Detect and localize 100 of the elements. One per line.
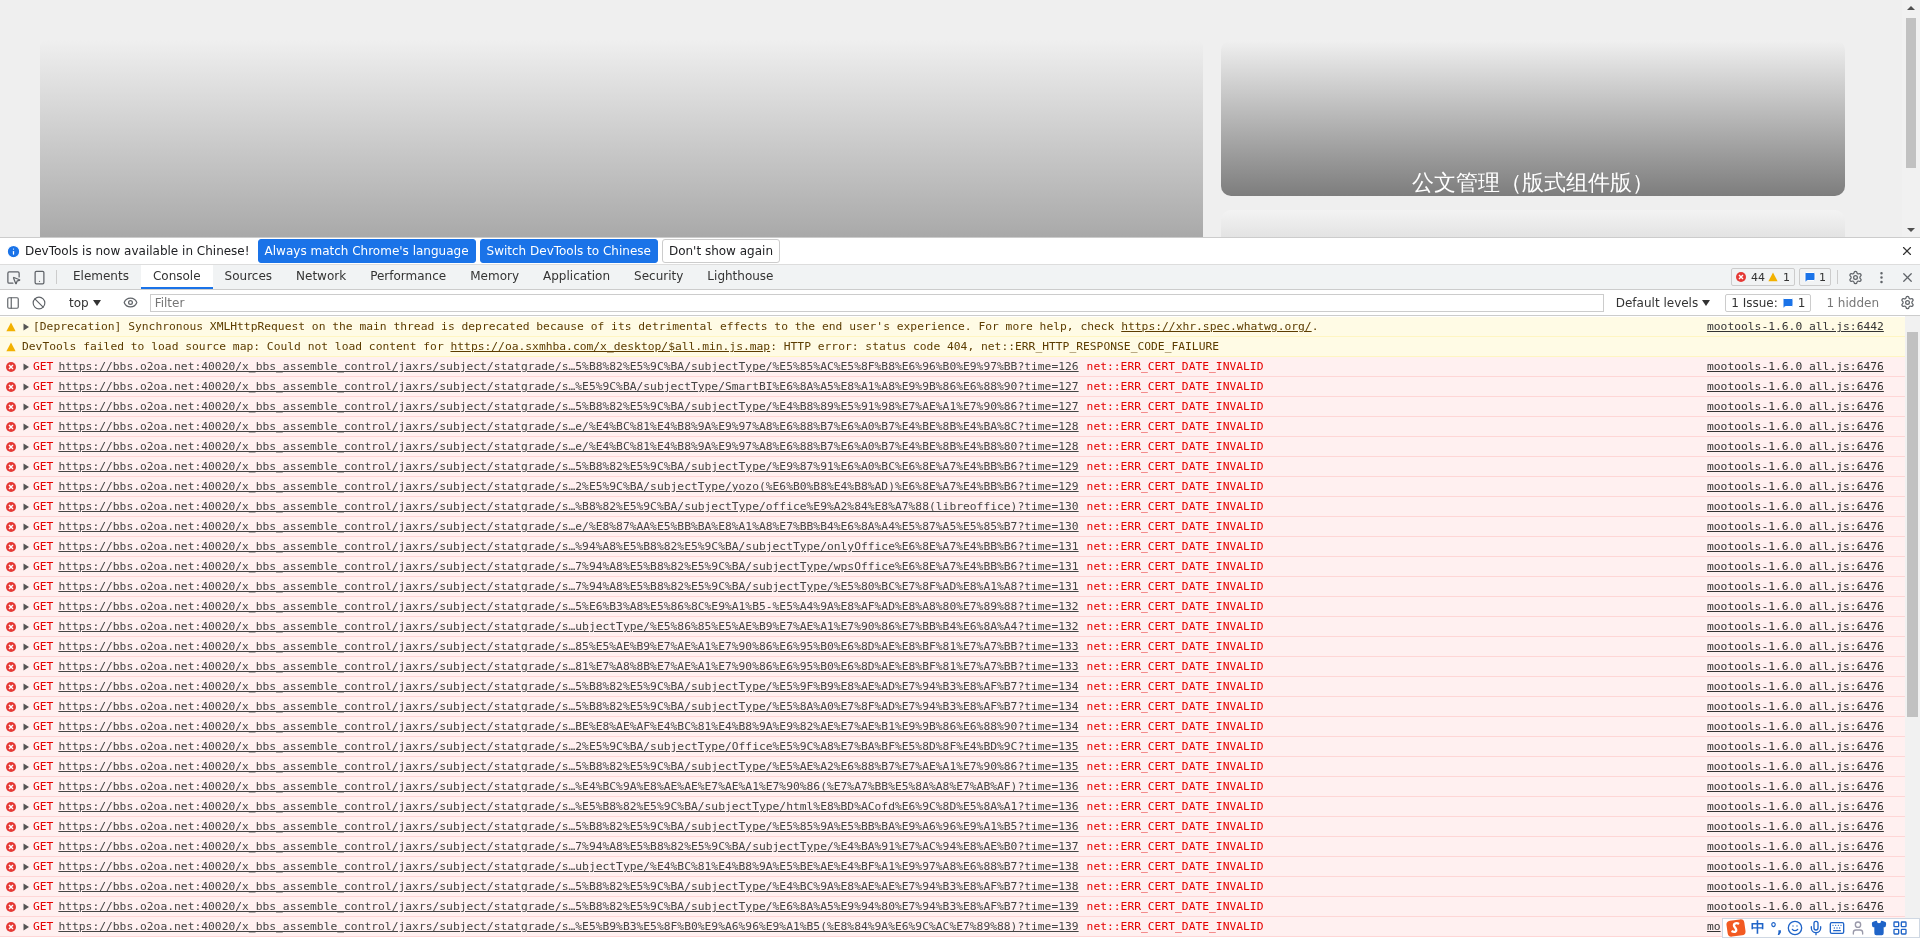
expand-icon[interactable] <box>22 382 30 391</box>
request-url-link[interactable]: https://bbs.o2oa.net:40020/x_bbs_assemble_control/jaxrs/subject/statgrade/s…5%B8%82%E5%9C%BA/subjectType/%E9%87%91%E6%A0%BC%E6%8E%A7%E4%BB%B6?time=129 <box>58 460 1079 473</box>
expand-icon[interactable] <box>22 822 30 831</box>
expand-icon[interactable] <box>22 782 30 791</box>
sidebar-icon[interactable] <box>6 295 20 310</box>
expand-icon[interactable] <box>22 922 30 931</box>
message-counter[interactable]: 1 <box>1799 268 1831 286</box>
filter-field[interactable]: Filter <box>149 293 1604 312</box>
infobar-button[interactable]: Switch DevTools to Chinese <box>479 239 658 263</box>
source-link[interactable]: mootools-1.6.0 all.js:6476 <box>1707 680 1895 693</box>
source-link[interactable]: mootools-1.6.0 all.js:6476 <box>1707 460 1895 473</box>
request-url-link[interactable]: https://bbs.o2oa.net:40020/x_bbs_assemble_control/jaxrs/subject/statgrade/s…ubjectType/%E4%BC%81%E4%B8%9A%E5%BE%AE%E4%BF%A1%E9%97%A8%E6%88%B7?time=138 <box>58 860 1079 873</box>
request-url-link[interactable]: https://bbs.o2oa.net:40020/x_bbs_assemble_control/jaxrs/subject/statgrade/s…5%B8%82%E5%9C%BA/subjectType/%E4%BC%9A%E8%AE%AE%E7%94%B3%E8%AF%B7?time=138 <box>58 880 1079 893</box>
inspect-icon[interactable] <box>5 269 21 285</box>
expand-icon[interactable] <box>22 462 30 471</box>
request-url-link[interactable]: https://bbs.o2oa.net:40020/x_bbs_assemble_control/jaxrs/subject/statgrade/s…5%B8%82%E5%9C%BA/subjectType/%E6%8A%A5%E9%94%80%E7%94%B3%E8%AF%B7?time=139 <box>58 900 1079 913</box>
request-url-link[interactable]: https://bbs.o2oa.net:40020/x_bbs_assemble_control/jaxrs/subject/statgrade/s…7%94%A8%E5%B8%82%E5%9C%BA/subjectType/%E5%80%BC%E7%8F%AD%E8%A1%A8?time=131 <box>58 580 1079 593</box>
issues-button[interactable]: 1 Issue: 1 <box>1725 293 1812 312</box>
smiley-icon[interactable] <box>1787 920 1804 936</box>
source-link[interactable]: mootools-1.6.0 all.js:6476 <box>1707 580 1895 593</box>
grid-icon[interactable] <box>1892 920 1909 936</box>
request-url-link[interactable]: https://bbs.o2oa.net:40020/x_bbs_assemble_control/jaxrs/subject/statgrade/s…e/%E8%87%AA%E5%BB%BA%E8%A1%A8%E7%BB%B4%E6%8A%A4%E5%87%A5%E5%85%B7?time=130 <box>58 520 1079 533</box>
panel-tab[interactable]: Lighthouse <box>695 265 786 289</box>
source-link[interactable]: mootools-1.6.0 all.js:6476 <box>1707 480 1895 493</box>
request-url-link[interactable]: https://bbs.o2oa.net:40020/x_bbs_assemble_control/jaxrs/subject/statgrade/s…%E5%B8%82%E5%9C%BA/subjectType/html%E8%BD%ACofd%E6%9C%8D%E5%8A%A1?time=136 <box>58 800 1079 813</box>
source-link[interactable]: mootools-1.6.0 all.js:6476 <box>1707 540 1895 553</box>
panel-tab[interactable]: Elements <box>61 265 141 289</box>
expand-icon[interactable] <box>22 642 30 651</box>
source-link[interactable]: mootools-1.6.0 all.js:6476 <box>1707 640 1895 653</box>
expand-icon[interactable] <box>22 622 30 631</box>
request-url-link[interactable]: https://bbs.o2oa.net:40020/x_bbs_assemble_control/jaxrs/subject/statgrade/s…BE%E8%AE%AF%E4%BC%81%E4%B8%9A%E9%82%AE%E7%AE%B1%E9%9B%86%E6%88%90?time=134 <box>58 720 1079 733</box>
request-url-link[interactable]: https://bbs.o2oa.net:40020/x_bbs_assemble_control/jaxrs/subject/statgrade/s…e/%E4%BC%81%E4%B8%9A%E9%97%A8%E6%88%B7%E6%A0%B7%E4%BE%8B%E4%BA%8C?time=128 <box>58 420 1079 433</box>
scrollbar[interactable] <box>1905 316 1920 918</box>
expand-icon[interactable] <box>22 802 30 811</box>
source-link[interactable]: mootools-1.6.0 all.js:6476 <box>1707 800 1895 813</box>
expand-icon[interactable] <box>22 902 30 911</box>
expand-icon[interactable] <box>22 762 30 771</box>
source-link[interactable]: mootools-1.6.0 all.js:6476 <box>1707 360 1895 373</box>
expand-icon[interactable] <box>22 662 30 671</box>
request-url-link[interactable]: https://bbs.o2oa.net:40020/x_bbs_assemble_control/jaxrs/subject/statgrade/s…5%B8%82%E5%9C%BA/subjectType/%E5%85%9A%E5%BB%BA%E9%A6%96%E9%A1%B5?time=136 <box>58 820 1079 833</box>
request-url-link[interactable]: https://bbs.o2oa.net:40020/x_bbs_assemble_control/jaxrs/subject/statgrade/s…5%B8%82%E5%9C%BA/subjectType/%E4%B8%89%E5%91%98%E7%AE%A1%E7%90%86?time=127 <box>58 400 1079 413</box>
source-link[interactable]: mootools-1.6.0 all.js:6476 <box>1707 860 1895 873</box>
source-link[interactable]: mootools-1.6.0 all.js:6476 <box>1707 660 1895 673</box>
shirt-icon[interactable] <box>1871 920 1888 936</box>
source-link[interactable]: mootools-1.6.0 all.js:6476 <box>1707 700 1895 713</box>
infobar-button[interactable]: Don't show again <box>661 239 780 263</box>
request-url-link[interactable]: https://bbs.o2oa.net:40020/x_bbs_assemble_control/jaxrs/subject/statgrade/s…5%B8%82%E5%9C%BA/subjectType/%E5%9F%B9%E8%AE%AD%E7%94%B3%E8%AF%B7?time=134 <box>58 680 1079 693</box>
request-url-link[interactable]: https://bbs.o2oa.net:40020/x_bbs_assemble_control/jaxrs/subject/statgrade/s…5%B8%82%E5%9C%BA/subjectType/%E5%85%AC%E5%8F%B8%E6%96%B0%E9%97%BB?time=126 <box>58 360 1079 373</box>
context-dropdown[interactable]: top <box>61 295 109 310</box>
expand-icon[interactable] <box>22 862 30 871</box>
source-link[interactable]: mootools-1.6.0 all.js:6476 <box>1707 440 1895 453</box>
url-link[interactable]: https://xhr.spec.whatwg.org/ <box>1121 320 1312 333</box>
expand-icon[interactable] <box>22 722 30 731</box>
expand-icon[interactable] <box>22 442 30 451</box>
expand-icon[interactable] <box>22 882 30 891</box>
request-url-link[interactable]: https://bbs.o2oa.net:40020/x_bbs_assemble_control/jaxrs/subject/statgrade/s…7%94%A8%E5%B8%82%E5%9C%BA/subjectType/wpsOffice%E6%8E%A7%E4%BB%B6?time=131 <box>58 560 1079 573</box>
eye-icon[interactable] <box>123 295 139 310</box>
request-url-link[interactable]: https://bbs.o2oa.net:40020/x_bbs_assemble_control/jaxrs/subject/statgrade/s…%E5%B9%B3%E5%8F%B0%E9%A6%96%E9%A1%B5(%E8%84%9A%E6%9C%AC%E7%89%88)?time=139 <box>58 920 1079 933</box>
source-link[interactable]: mootools-1.6.0 all.js:6476 <box>1707 600 1895 613</box>
request-url-link[interactable]: https://bbs.o2oa.net:40020/x_bbs_assemble_control/jaxrs/subject/statgrade/s…7%94%A8%E5%B8%82%E5%9C%BA/subjectType/%E4%BA%91%E7%AC%94%E8%AE%B0?time=137 <box>58 840 1079 853</box>
expand-icon[interactable] <box>22 842 30 851</box>
panel-tab[interactable]: Security <box>622 265 696 289</box>
request-url-link[interactable]: https://bbs.o2oa.net:40020/x_bbs_assemble_control/jaxrs/subject/statgrade/s…81%E7%A8%8B%E7%AE%A1%E7%90%86%E6%95%B0%E6%8D%AE%E8%BF%81%E7%A7%BB?time=133 <box>58 660 1079 673</box>
request-url-link[interactable]: https://bbs.o2oa.net:40020/x_bbs_assemble_control/jaxrs/subject/statgrade/s…%E4%BC%9A%E8%AE%AE%E7%AE%A1%E7%90%86(%E7%A7%BB%E5%8A%A8%E7%AB%AF)?time=136 <box>58 780 1079 793</box>
close-icon[interactable] <box>1900 244 1914 258</box>
expand-icon[interactable] <box>22 502 30 511</box>
expand-icon[interactable] <box>22 402 30 411</box>
settings-icon[interactable] <box>1847 269 1863 285</box>
source-link[interactable]: mootools-1.6.0 all.js:6476 <box>1707 840 1895 853</box>
panel-tab[interactable]: Application <box>531 265 623 289</box>
source-link[interactable]: mootools-1.6.0 all.js:6476 <box>1707 760 1895 773</box>
expand-icon[interactable] <box>22 742 30 751</box>
request-url-link[interactable]: https://bbs.o2oa.net:40020/x_bbs_assemble_control/jaxrs/subject/statgrade/s…5%E6%B3%A8%E5%86%8C%E9%A1%B5-%E5%A4%9A%E8%AF%AD%E8%A8%80%E7%89%88?time=132 <box>58 600 1079 613</box>
source-link[interactable]: mootools-1.6.0 all.js:6476 <box>1707 400 1895 413</box>
expand-icon[interactable] <box>22 362 30 371</box>
request-url-link[interactable]: https://bbs.o2oa.net:40020/x_bbs_assemble_control/jaxrs/subject/statgrade/s…2%E5%9C%BA/subjectType/Office%E5%9C%A8%E7%BA%BF%E5%8D%8F%E4%BD%9C?time=135 <box>58 740 1079 753</box>
expand-icon[interactable] <box>22 542 30 551</box>
expand-icon[interactable] <box>22 702 30 711</box>
panel-tab[interactable]: Console <box>140 265 213 289</box>
source-link[interactable]: mootools-1.6.0 all.js:6476 <box>1707 560 1895 573</box>
source-link[interactable]: mootools-1.6.0 all.js:6476 <box>1707 780 1895 793</box>
request-url-link[interactable]: https://bbs.o2oa.net:40020/x_bbs_assemble_control/jaxrs/subject/statgrade/s…%B8%82%E5%9C%BA/subjectType/office%E9%A2%84%E8%A7%88(libreoffice)?time=130 <box>58 500 1079 513</box>
panel-tab[interactable]: Performance <box>358 265 459 289</box>
error-warning-counter[interactable]: 44 1 <box>1731 268 1795 286</box>
source-link[interactable]: mootools-1.6.0 all.js:6476 <box>1707 880 1895 893</box>
levels-dropdown[interactable]: Default levels <box>1609 295 1717 310</box>
panel-tab[interactable]: Sources <box>212 265 285 289</box>
source-link[interactable]: mootools-1.6.0 all.js:6476 <box>1707 520 1895 533</box>
source-link[interactable]: mootools-1.6.0 all.js:6442 <box>1707 320 1895 333</box>
source-link[interactable]: mootools-1.6.0 all.js:6476 <box>1707 380 1895 393</box>
input-mode[interactable]: 中 <box>1751 919 1765 937</box>
infobar-button[interactable]: Always match Chrome's language <box>257 239 476 263</box>
url-link[interactable]: https://oa.sxmhba.com/x_desktop/$all.min.js.map <box>450 340 771 353</box>
punctuation-mode[interactable]: °, <box>1770 920 1783 936</box>
settings-icon[interactable] <box>1899 295 1915 310</box>
request-url-link[interactable]: https://bbs.o2oa.net:40020/x_bbs_assemble_control/jaxrs/subject/statgrade/s…85%E5%AE%B9%E7%AE%A1%E7%90%86%E6%95%B0%E6%8D%AE%E8%BF%81%E7%A7%BB?time=133 <box>58 640 1079 653</box>
expand-icon[interactable] <box>22 482 30 491</box>
request-url-link[interactable]: https://bbs.o2oa.net:40020/x_bbs_assemble_control/jaxrs/subject/statgrade/s…%94%A8%E5%B8%82%E5%9C%BA/subjectType/onlyOffice%E6%8E%A7%E4%BB%B6?time=131 <box>58 540 1079 553</box>
expand-icon[interactable] <box>22 562 30 571</box>
expand-icon[interactable] <box>22 322 30 331</box>
